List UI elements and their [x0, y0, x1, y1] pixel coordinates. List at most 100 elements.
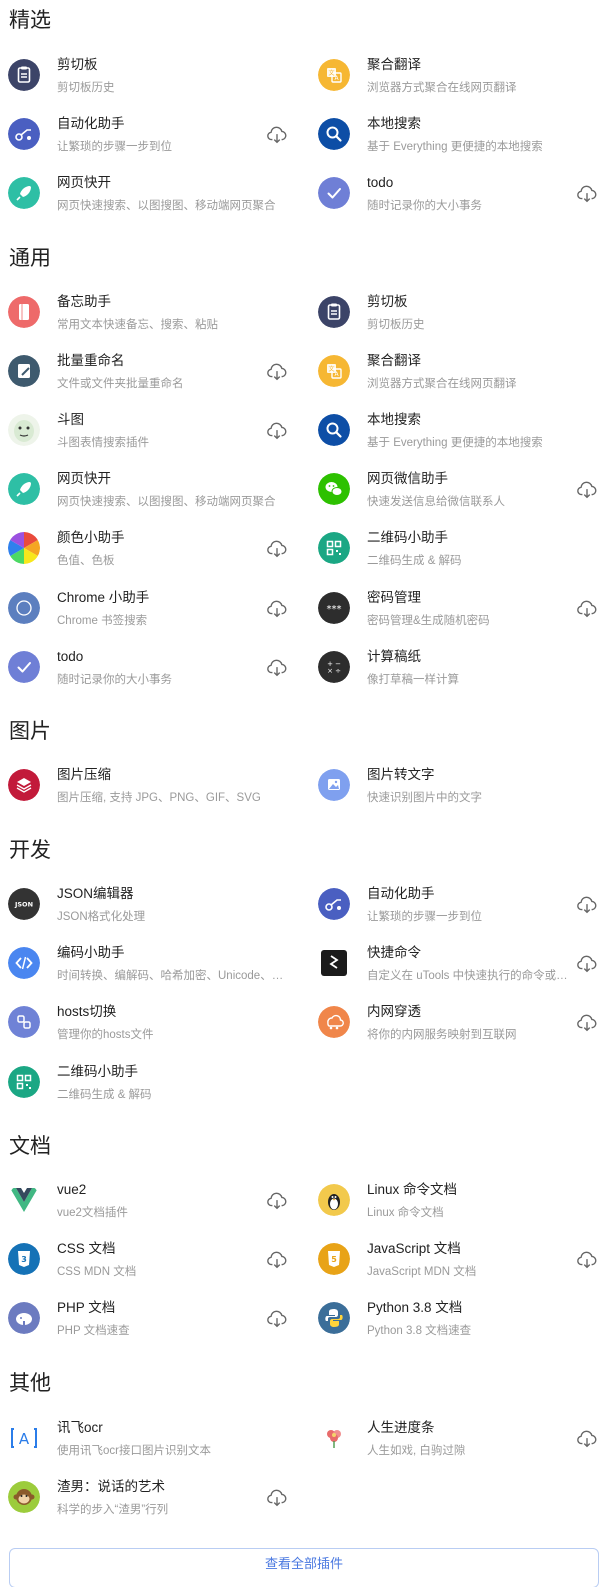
plugin-name: 快捷命令: [367, 945, 421, 960]
plugin-item[interactable]: 3 CSS 文档 CSS MDN 文档: [8, 1241, 308, 1293]
meme-face-icon: [8, 414, 40, 446]
svg-text:JSON: JSON: [14, 901, 33, 909]
plugin-item[interactable]: 二维码小助手 二维码生成 & 解码: [318, 530, 616, 582]
plugin-item[interactable]: A 讯飞ocr 使用讯飞ocr接口图片识别文本: [8, 1420, 308, 1472]
clipboard-icon: [318, 296, 350, 328]
plugin-item[interactable]: 图片压缩 图片压缩, 支持 JPG、PNG、GIF、SVG: [8, 767, 308, 819]
plugin-item[interactable]: 备忘助手 常用文本快速备忘、搜索、粘贴: [8, 294, 308, 346]
penguin-icon: [318, 1184, 350, 1216]
cloud-download-icon[interactable]: [266, 1487, 288, 1509]
plugin-item[interactable]: JSON JSON编辑器 JSON格式化处理: [8, 886, 308, 938]
plugin-item[interactable]: 剪切板 剪切板历史: [318, 294, 616, 346]
monkey-icon: [8, 1481, 40, 1513]
svg-text:A: A: [19, 1430, 30, 1448]
plugin-name: 剪切板: [57, 57, 98, 72]
svg-text:÷: ÷: [335, 667, 341, 675]
plugin-item[interactable]: 人生进度条 人生如戏, 白驹过隙: [318, 1420, 616, 1472]
plugin-item[interactable]: 自动化助手 让繁琐的步骤一步到位: [8, 116, 308, 168]
plugin-desc: 常用文本快速备忘、搜索、粘贴: [57, 319, 218, 331]
plugin-name: 计算稿纸: [367, 649, 421, 664]
plugin-item[interactable]: vue2 vue2文档插件: [8, 1182, 308, 1234]
plugin-item[interactable]: todo 随时记录你的大小事务: [8, 649, 308, 701]
plugin-item[interactable]: 网页快开 网页快速搜索、以图搜图、移动端网页聚合: [8, 471, 308, 523]
cloud-download-icon[interactable]: [576, 1012, 598, 1034]
plugin-name: 自动化助手: [367, 886, 435, 901]
plugin-desc: Python 3.8 文档速查: [367, 1325, 472, 1337]
plugin-item[interactable]: Linux 命令文档 Linux 命令文档: [318, 1182, 616, 1234]
plugin-desc: 网页快速搜索、以图搜图、移动端网页聚合: [57, 496, 276, 508]
view-all-plugins-button[interactable]: 查看全部插件: [9, 1548, 599, 1587]
plugin-item[interactable]: + − × ÷ 计算稿纸 像打草稿一样计算: [318, 649, 616, 701]
plugin-item[interactable]: 颜色小助手 色值、色板: [8, 530, 308, 582]
section-title: 通用: [9, 247, 51, 270]
cloud-download-icon[interactable]: [266, 361, 288, 383]
plugin-item[interactable]: 5 JavaScript 文档 JavaScript MDN 文档: [318, 1241, 616, 1293]
plugin-item[interactable]: hosts切换 管理你的hosts文件: [8, 1004, 308, 1056]
plugin-name: JavaScript 文档: [367, 1241, 461, 1256]
plugin-desc: PHP 文档速查: [57, 1325, 130, 1337]
plugin-item[interactable]: 文A 聚合翻译 浏览器方式聚合在线网页翻译: [318, 353, 616, 405]
plugin-item[interactable]: 渣男：说话的艺术 科学的步入“渣男”行列: [8, 1479, 308, 1531]
plugin-item[interactable]: 本地搜索 基于 Everything 更便捷的本地搜索: [318, 116, 616, 168]
plugin-item[interactable]: Chrome 小助手 Chrome 书签搜索: [8, 590, 308, 642]
plugin-item[interactable]: 二维码小助手 二维码生成 & 解码: [8, 1064, 308, 1116]
plugin-item[interactable]: 本地搜索 基于 Everything 更便捷的本地搜索: [318, 412, 616, 464]
cloud-download-icon[interactable]: [266, 124, 288, 146]
clipboard-icon: [8, 59, 40, 91]
cloud-download-icon[interactable]: [576, 183, 598, 205]
plugin-item[interactable]: 网页微信助手 快速发送信息给微信联系人: [318, 471, 616, 523]
plugin-item[interactable]: PHP 文档 PHP 文档速查: [8, 1300, 308, 1352]
cloud-download-icon[interactable]: [576, 479, 598, 501]
plugin-desc: 时间转换、编解码、哈希加密、Unicode、…: [57, 970, 284, 982]
plugin-desc: 剪切板历史: [57, 82, 115, 94]
cloud-download-icon[interactable]: [266, 1249, 288, 1271]
cloud-download-icon[interactable]: [266, 598, 288, 620]
ocr-icon: A: [8, 1422, 40, 1454]
plugin-name: Python 3.8 文档: [367, 1300, 463, 1315]
cloud-download-icon[interactable]: [576, 1249, 598, 1271]
plugin-name: todo: [367, 175, 394, 190]
plugin-name: 聚合翻译: [367, 353, 421, 368]
rename-icon: [8, 355, 40, 387]
plugin-desc: 图片压缩, 支持 JPG、PNG、GIF、SVG: [57, 792, 261, 804]
plugin-name: 图片压缩: [57, 767, 111, 782]
plugin-desc: 快速识别图片中的文字: [367, 792, 482, 804]
plugin-item[interactable]: 编码小助手 时间转换、编解码、哈希加密、Unicode、…: [8, 945, 308, 997]
cloud-download-icon[interactable]: [266, 1190, 288, 1212]
cloud-download-icon[interactable]: [266, 420, 288, 442]
plugin-name: 编码小助手: [57, 945, 125, 960]
plugin-item[interactable]: *** 密码管理 密码管理&生成随机密码: [318, 590, 616, 642]
magnifier-icon: [318, 118, 350, 150]
image-text-icon: [318, 769, 350, 801]
plugin-desc: CSS MDN 文档: [57, 1266, 137, 1278]
cloud-download-icon[interactable]: [266, 538, 288, 560]
plugin-desc: 密码管理&生成随机密码: [367, 615, 490, 627]
plugin-name: Chrome 小助手: [57, 590, 150, 605]
plugin-item[interactable]: Python 3.8 文档 Python 3.8 文档速查: [318, 1300, 616, 1352]
plugin-item[interactable]: 快捷命令 自定义在 uTools 中快速执行的命令或…: [318, 945, 616, 997]
plugin-item[interactable]: 文A 聚合翻译 浏览器方式聚合在线网页翻译: [318, 57, 616, 109]
plugin-desc: 科学的步入“渣男”行列: [57, 1504, 169, 1516]
cloud-download-icon[interactable]: [576, 598, 598, 620]
plugin-item[interactable]: 剪切板 剪切板历史: [8, 57, 308, 109]
plugin-item[interactable]: 图片转文字 快速识别图片中的文字: [318, 767, 616, 819]
cloud-download-icon[interactable]: [576, 953, 598, 975]
plugin-item[interactable]: 内网穿透 将你的内网服务映射到互联网: [318, 1004, 616, 1056]
plugin-item[interactable]: 斗图 斗图表情搜索插件: [8, 412, 308, 464]
plugin-item[interactable]: todo 随时记录你的大小事务: [318, 175, 616, 227]
python-icon: [318, 1302, 350, 1334]
plugin-desc: 使用讯飞ocr接口图片识别文本: [57, 1445, 211, 1457]
plugin-item[interactable]: 批量重命名 文件或文件夹批量重命名: [8, 353, 308, 405]
cloud-download-icon[interactable]: [266, 657, 288, 679]
plugin-item[interactable]: 自动化助手 让繁琐的步骤一步到位: [318, 886, 616, 938]
plugin-item[interactable]: 网页快开 网页快速搜索、以图搜图、移动端网页聚合: [8, 175, 308, 227]
plugin-desc: 自定义在 uTools 中快速执行的命令或…: [367, 970, 568, 982]
section-title: 图片: [9, 720, 51, 743]
svg-text:×: ×: [327, 667, 333, 675]
cloud-download-icon[interactable]: [576, 894, 598, 916]
cloud-download-icon[interactable]: [576, 1428, 598, 1450]
cloud-download-icon[interactable]: [266, 1308, 288, 1330]
plugin-name: 网页快开: [57, 175, 111, 190]
plugin-name: 斗图: [57, 412, 84, 427]
plugin-name: 二维码小助手: [367, 530, 448, 545]
